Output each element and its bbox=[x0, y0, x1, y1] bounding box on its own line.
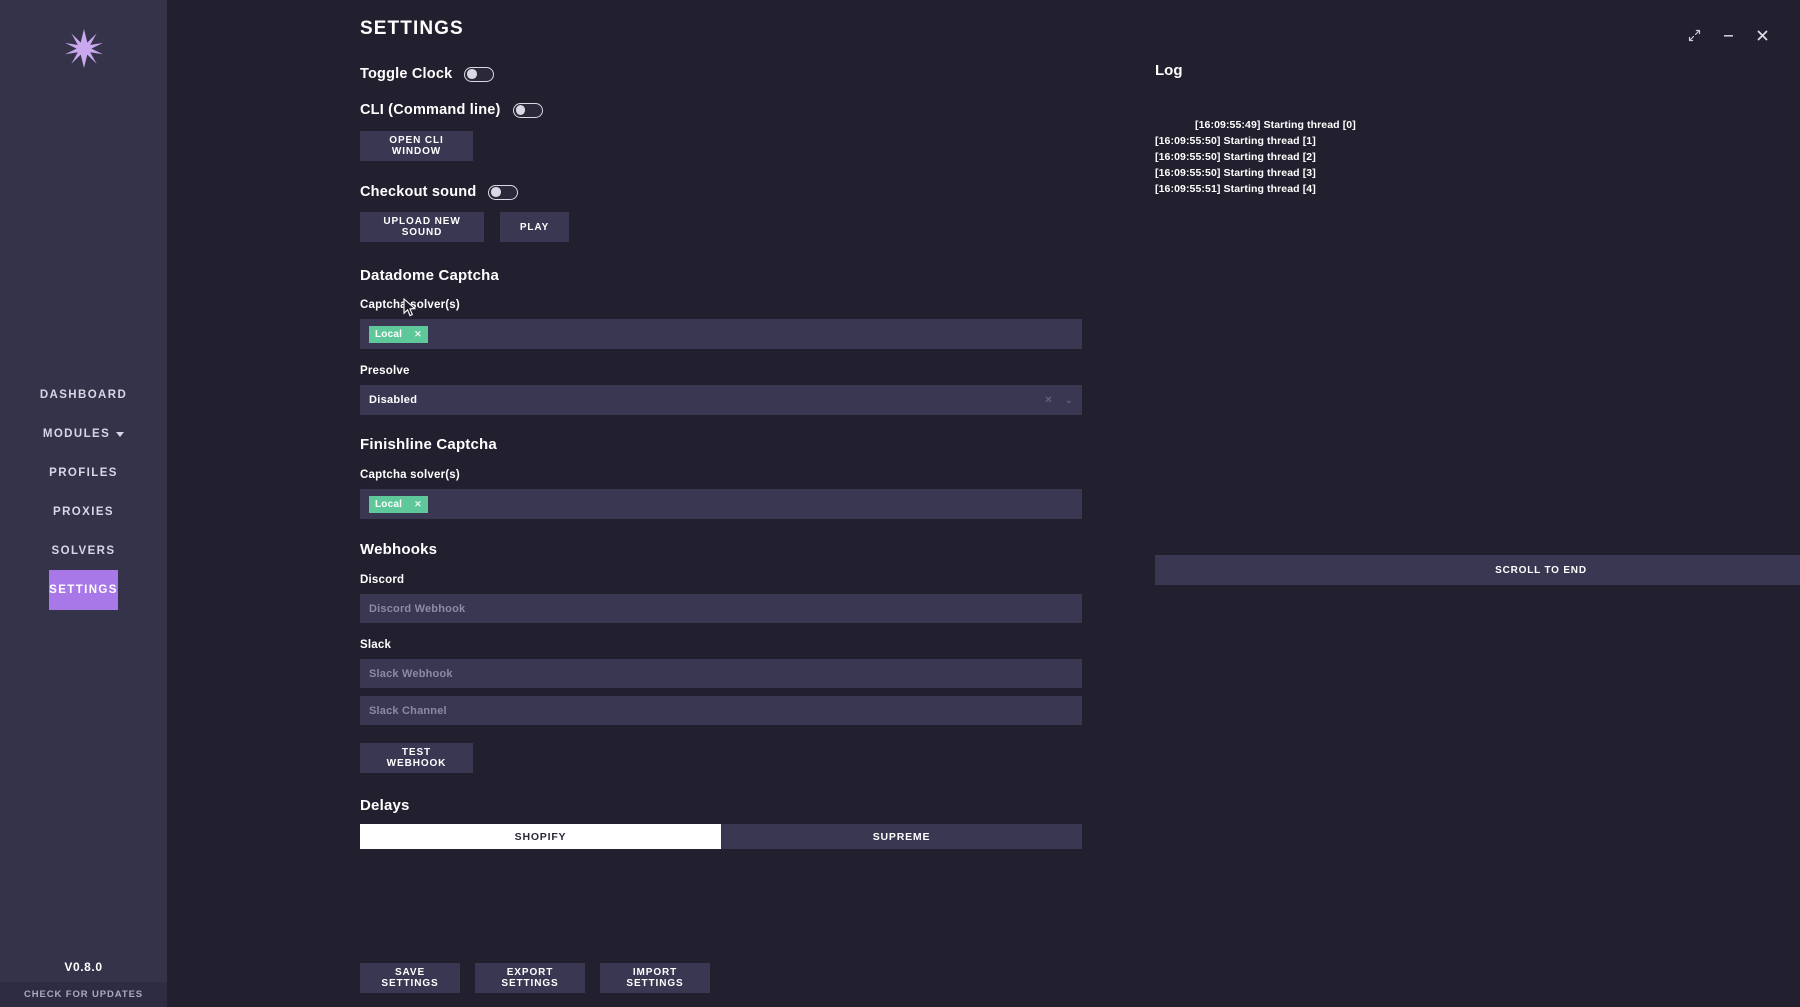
sparkle-star-icon bbox=[64, 29, 103, 68]
slack-channel-placeholder: Slack Channel bbox=[369, 704, 447, 717]
minimize-icon[interactable] bbox=[1720, 27, 1736, 43]
toggle-knob bbox=[467, 69, 477, 79]
checkout-sound-label: Checkout sound bbox=[360, 184, 477, 200]
log-title: Log bbox=[1155, 62, 1183, 79]
save-settings-button[interactable]: SAVE SETTINGS bbox=[360, 963, 460, 993]
open-cli-window-button[interactable]: OPEN CLI WINDOW bbox=[360, 131, 473, 161]
solver-chip-label: Local bbox=[375, 498, 403, 510]
finishline-solver-label: Captcha solver(s) bbox=[360, 469, 460, 481]
webhooks-section-title: Webhooks bbox=[360, 541, 438, 558]
sidebar-item-label: SOLVERS bbox=[51, 544, 116, 557]
app-version: V0.8.0 bbox=[64, 960, 103, 974]
chevron-down-icon bbox=[116, 432, 125, 437]
tab-label: SUPREME bbox=[872, 830, 931, 843]
sidebar-item-label: PROFILES bbox=[49, 466, 118, 479]
chevron-down-icon[interactable]: ⌄ bbox=[1065, 395, 1073, 406]
select-icons: ✕ ⌄ bbox=[1044, 385, 1073, 415]
datadome-solver-select[interactable]: Local ✕ bbox=[360, 319, 1082, 349]
test-webhook-button[interactable]: TEST WEBHOOK bbox=[360, 743, 473, 773]
sidebar-item-label: DASHBOARD bbox=[39, 388, 128, 401]
slack-webhook-placeholder: Slack Webhook bbox=[369, 667, 453, 680]
sidebar-item-label: MODULES bbox=[42, 427, 111, 440]
toggle-knob bbox=[515, 105, 526, 115]
sidebar-item-solvers[interactable]: SOLVERS bbox=[52, 531, 116, 571]
close-icon[interactable] bbox=[1754, 27, 1770, 43]
tab-label: SHOPIFY bbox=[514, 830, 567, 843]
discord-webhook-placeholder: Discord Webhook bbox=[369, 602, 466, 615]
toggle-clock-row: Toggle Clock bbox=[360, 66, 1090, 82]
log-line: [16:09:55:50] Starting thread [2] bbox=[1155, 151, 1316, 163]
play-sound-label: PLAY bbox=[519, 221, 550, 233]
scroll-to-end-button[interactable]: SCROLL TO END bbox=[1155, 555, 1800, 585]
upload-new-sound-button[interactable]: UPLOAD NEW SOUND bbox=[360, 212, 484, 242]
datadome-section-title: Datadome Captcha bbox=[360, 267, 500, 284]
import-settings-label: IMPORT SETTINGS bbox=[626, 967, 684, 989]
close-icon[interactable]: ✕ bbox=[414, 499, 422, 510]
log-panel: Log [16:09:55:49] Starting thread [0] [1… bbox=[1155, 62, 1800, 585]
sidebar-item-settings[interactable]: SETTINGS bbox=[49, 569, 118, 610]
page-title: SETTINGS bbox=[360, 18, 464, 39]
solver-chip-label: Local bbox=[375, 328, 403, 340]
settings-actions: SAVE SETTINGS EXPORT SETTINGS IMPORT SET… bbox=[360, 963, 710, 993]
slack-webhook-field[interactable]: Slack Webhook bbox=[360, 659, 1082, 688]
settings-form: Toggle Clock CLI (Command line) OPEN CLI… bbox=[360, 62, 1090, 849]
sidebar-item-proxies[interactable]: PROXIES bbox=[53, 492, 114, 532]
sidebar: DASHBOARD MODULES PROFILES PROXIES SOLVE… bbox=[0, 0, 167, 1007]
toggle-clock-switch[interactable] bbox=[464, 66, 495, 82]
slack-channel-field[interactable]: Slack Channel bbox=[360, 696, 1082, 725]
sidebar-nav: DASHBOARD MODULES PROFILES PROXIES SOLVE… bbox=[0, 375, 167, 610]
sidebar-item-label: SETTINGS bbox=[49, 583, 118, 596]
toggle-clock-label: Toggle Clock bbox=[360, 66, 453, 82]
discord-webhook-field[interactable]: Discord Webhook bbox=[360, 594, 1082, 623]
save-settings-label: SAVE SETTINGS bbox=[381, 967, 439, 989]
check-for-updates-label: CHECK FOR UPDATES bbox=[23, 989, 144, 1000]
clear-icon[interactable]: ✕ bbox=[1044, 395, 1052, 406]
slack-label: Slack bbox=[360, 639, 392, 651]
log-line: [16:09:55:51] Starting thread [4] bbox=[1155, 183, 1316, 195]
export-settings-label: EXPORT SETTINGS bbox=[501, 967, 559, 989]
app-logo bbox=[64, 18, 104, 78]
checkout-sound-switch[interactable] bbox=[488, 184, 519, 200]
log-line: [16:09:55:49] Starting thread [0] bbox=[1195, 119, 1356, 131]
sidebar-item-modules[interactable]: MODULES bbox=[42, 414, 125, 454]
cli-switch[interactable] bbox=[512, 102, 543, 118]
toggle-knob bbox=[491, 187, 501, 197]
cli-row: CLI (Command line) bbox=[360, 102, 1090, 118]
checkout-sound-row: Checkout sound bbox=[360, 184, 1090, 200]
discord-label: Discord bbox=[360, 574, 405, 586]
delays-section-title: Delays bbox=[360, 797, 410, 814]
cli-label: CLI (Command line) bbox=[360, 102, 501, 118]
delays-tabs: SHOPIFY SUPREME bbox=[360, 824, 1082, 849]
play-sound-button[interactable]: PLAY bbox=[500, 212, 569, 242]
log-line: [16:09:55:50] Starting thread [1] bbox=[1155, 135, 1316, 147]
scroll-to-end-label: SCROLL TO END bbox=[1495, 564, 1587, 576]
datadome-solver-label: Captcha solver(s) bbox=[360, 299, 460, 311]
presolve-select[interactable]: Disabled ✕ ⌄ bbox=[360, 385, 1082, 415]
sidebar-item-profiles[interactable]: PROFILES bbox=[49, 453, 118, 493]
tab-supreme[interactable]: SUPREME bbox=[721, 824, 1082, 849]
upload-new-sound-label: UPLOAD NEW SOUND bbox=[383, 216, 461, 238]
test-webhook-label: TEST WEBHOOK bbox=[386, 747, 447, 769]
finishline-solver-select[interactable]: Local ✕ bbox=[360, 489, 1082, 519]
check-for-updates-button[interactable]: CHECK FOR UPDATES bbox=[0, 982, 167, 1007]
app-window: DASHBOARD MODULES PROFILES PROXIES SOLVE… bbox=[0, 0, 1800, 1007]
log-line: [16:09:55:50] Starting thread [3] bbox=[1155, 167, 1316, 179]
presolve-label: Presolve bbox=[360, 365, 410, 377]
export-settings-button[interactable]: EXPORT SETTINGS bbox=[475, 963, 585, 993]
solver-chip-local[interactable]: Local ✕ bbox=[369, 495, 428, 513]
window-controls bbox=[1686, 27, 1770, 43]
log-lines: [16:09:55:49] Starting thread [0] [16:09… bbox=[1155, 117, 1800, 197]
presolve-value: Disabled bbox=[369, 394, 418, 406]
open-cli-window-label: OPEN CLI WINDOW bbox=[389, 135, 444, 157]
close-icon[interactable]: ✕ bbox=[414, 329, 422, 340]
import-settings-button[interactable]: IMPORT SETTINGS bbox=[600, 963, 710, 993]
tab-shopify[interactable]: SHOPIFY bbox=[360, 824, 721, 849]
solver-chip-local[interactable]: Local ✕ bbox=[369, 325, 428, 343]
sidebar-item-dashboard[interactable]: DASHBOARD bbox=[40, 375, 127, 415]
finishline-section-title: Finishline Captcha bbox=[360, 436, 497, 453]
sidebar-item-label: PROXIES bbox=[53, 505, 114, 518]
main-content: SETTINGS Toggle Clock CLI (Command line)… bbox=[167, 0, 1800, 1007]
expand-diagonal-icon[interactable] bbox=[1686, 27, 1702, 43]
